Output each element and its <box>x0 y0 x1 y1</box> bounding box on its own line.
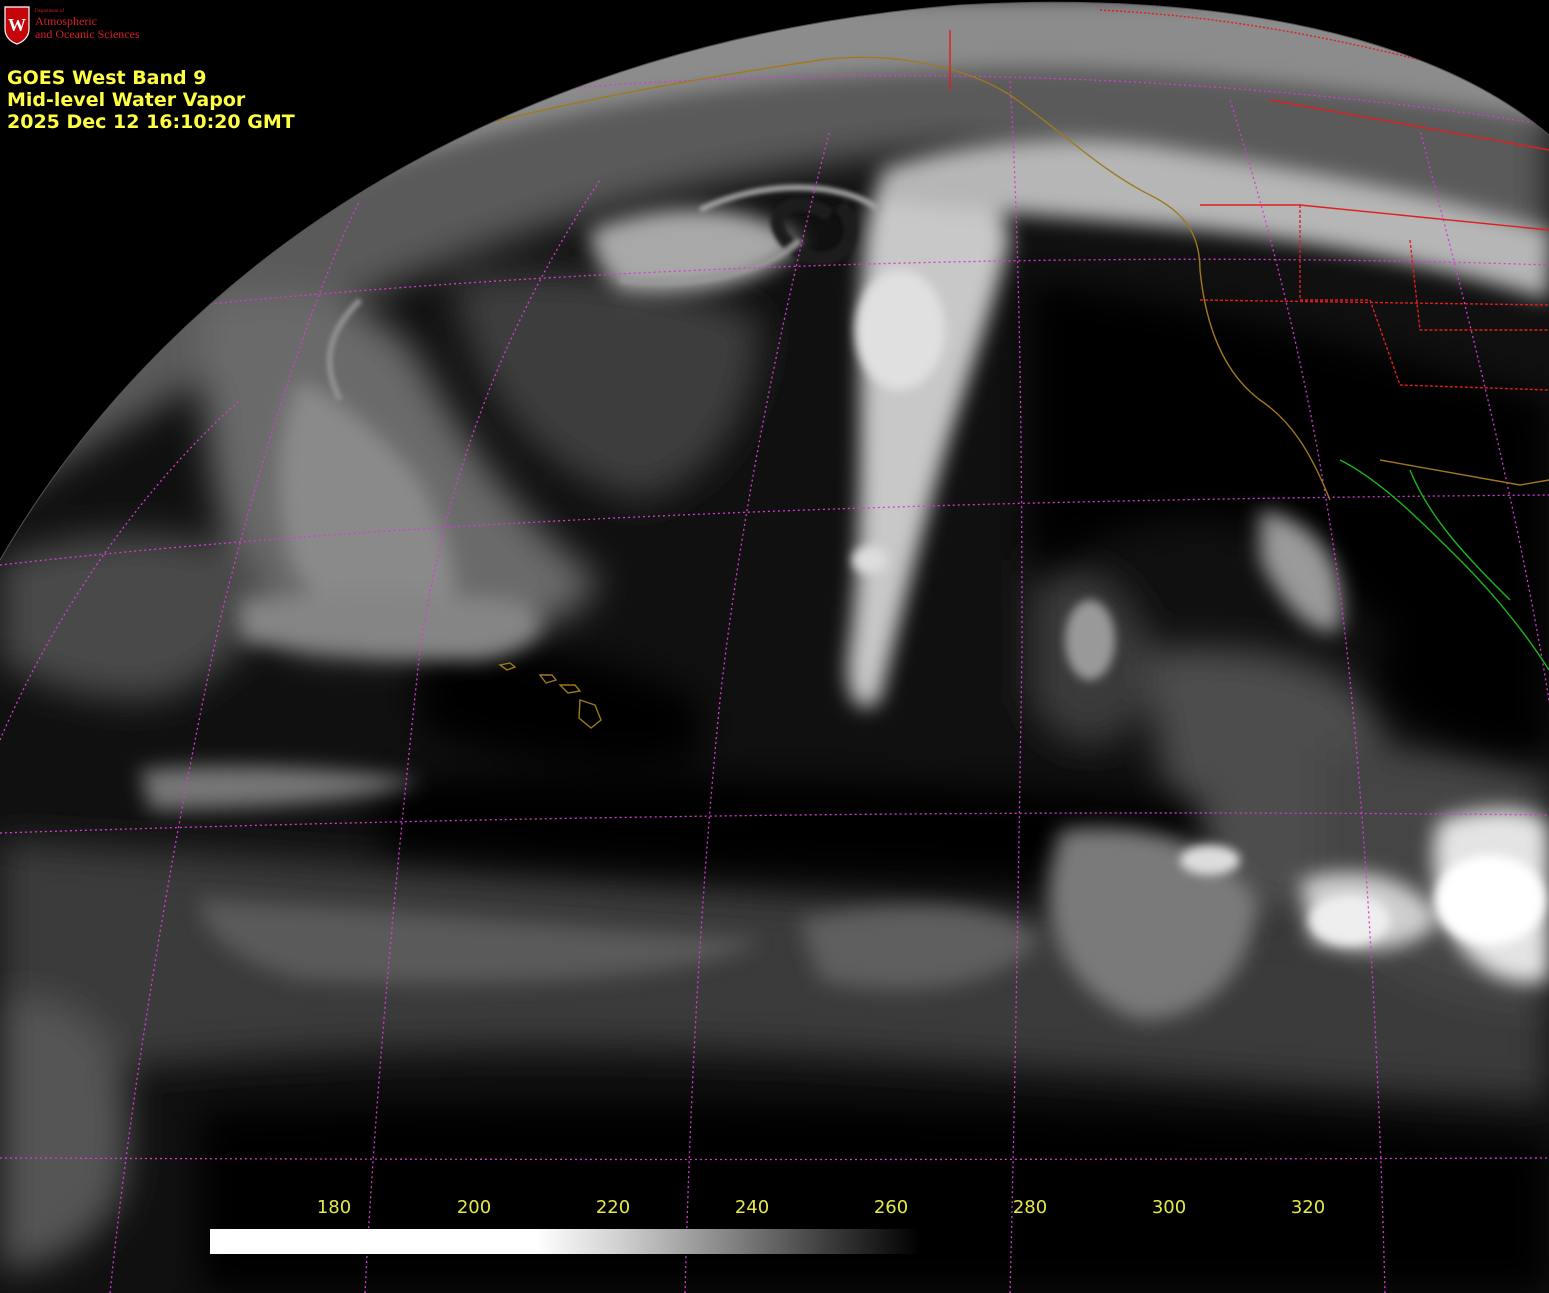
colorbar-tick-label: 220 <box>595 1197 631 1218</box>
colorbar-tick-label: 280 <box>1012 1197 1048 1218</box>
image-title-block: GOES West Band 9 Mid-level Water Vapor 2… <box>7 67 295 133</box>
colorbar-tick-label: 200 <box>456 1197 492 1218</box>
aos-logo: W Department of Atmospheric and Oceanic … <box>0 0 162 49</box>
colorbar-tick-label: 260 <box>873 1197 909 1218</box>
water-vapor-imagery <box>0 0 1549 1293</box>
title-line-timestamp: 2025 Dec 12 16:10:20 GMT <box>7 111 295 133</box>
colorbar-gradient <box>210 1229 920 1254</box>
colorbar-tick-label: 240 <box>734 1197 770 1218</box>
satellite-image-viewer: W Department of Atmospheric and Oceanic … <box>0 0 1549 1293</box>
uw-seal-icon: W <box>4 6 30 45</box>
title-line-satellite: GOES West Band 9 <box>7 67 207 89</box>
colorbar-tick-label: 180 <box>316 1197 352 1218</box>
colorbar-tick-label: 320 <box>1290 1197 1326 1218</box>
colorbar-tick-label: 300 <box>1151 1197 1187 1218</box>
title-line-product: Mid-level Water Vapor <box>7 89 246 111</box>
svg-text:W: W <box>8 15 26 35</box>
logo-line2: and Oceanic Sciences <box>35 27 140 41</box>
